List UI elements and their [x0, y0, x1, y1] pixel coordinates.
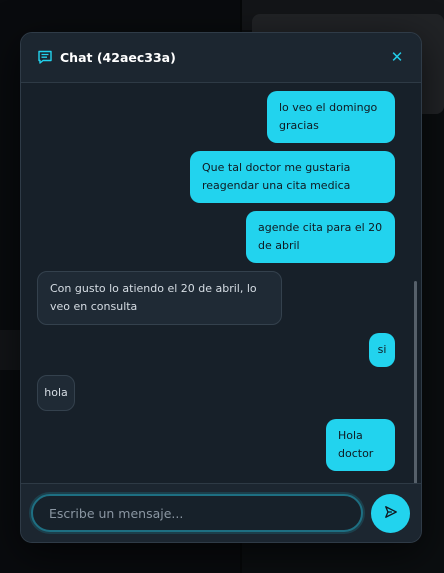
message-bubble-incoming: Con gusto lo atiendo el 20 de abril, lo …: [37, 271, 282, 325]
chat-title: Chat (42aec33a): [60, 50, 176, 65]
message-bubble-outgoing: agende cita para el 20 de abril: [246, 211, 395, 263]
message-input[interactable]: [31, 494, 363, 532]
message-bubble-outgoing: Que tal doctor me gustaria reagendar una…: [190, 151, 395, 203]
message-bubble-outgoing: Hola doctor: [326, 419, 395, 471]
chat-icon: [37, 49, 53, 65]
message-bubble-outgoing: lo veo el domingo gracias: [267, 91, 395, 143]
message-bubble-outgoing: si: [369, 333, 395, 367]
chat-composer: [21, 483, 421, 542]
close-button[interactable]: ✕: [387, 47, 407, 67]
send-icon: [384, 504, 398, 523]
message-bubble-incoming: hola: [37, 375, 75, 411]
chat-modal: Chat (42aec33a) ✕ lo veo el domingo grac…: [20, 32, 422, 543]
messages-list[interactable]: lo veo el domingo gracias Que tal doctor…: [21, 83, 421, 521]
chat-header: Chat (42aec33a) ✕: [21, 33, 421, 83]
send-button[interactable]: [371, 494, 410, 533]
